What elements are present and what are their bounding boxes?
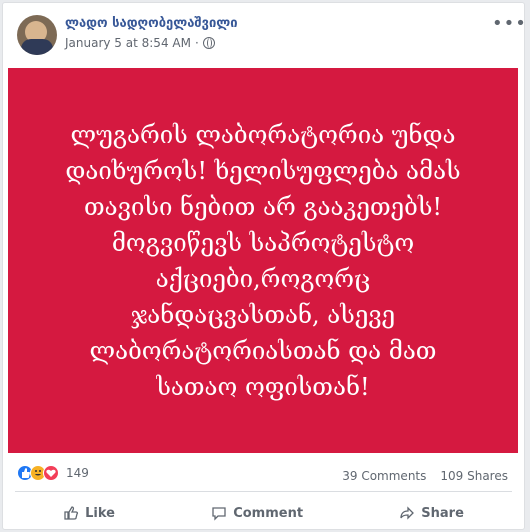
comment-label: Comment [233, 505, 304, 521]
separator-dot: · [194, 36, 199, 50]
post-content-box: ლუგარის ლაბორატორია უნდა დაიხუროს! ხელის… [8, 68, 518, 453]
post-text: ლუგარის ლაბორატორია უნდა დაიხუროს! ხელის… [65, 120, 461, 401]
author-avatar[interactable] [17, 15, 57, 55]
like-button[interactable]: Like [63, 505, 115, 521]
comments-count[interactable]: 39 Comments [342, 469, 426, 483]
post-date[interactable]: January 5 at 8:54 AM [65, 36, 191, 50]
author-name[interactable]: ლადო სადღობელაშვილი [65, 16, 238, 31]
shares-count[interactable]: 109 Shares [440, 469, 508, 483]
divider [15, 491, 512, 492]
comment-icon [211, 505, 227, 521]
love-reaction-icon [43, 465, 59, 481]
reactions-summary[interactable]: 149 [17, 465, 89, 481]
post-meta: January 5 at 8:54 AM · [65, 36, 215, 50]
like-label: Like [85, 505, 115, 521]
reaction-count: 149 [66, 466, 89, 480]
share-icon [399, 505, 415, 521]
post-card: ლადო სადღობელაშვილი January 5 at 8:54 AM… [2, 2, 526, 530]
post-actions: Like Comment Share [15, 497, 512, 529]
globe-icon[interactable] [202, 37, 215, 49]
share-label: Share [421, 505, 464, 521]
engagement-stats: 39 Comments 109 Shares [342, 469, 508, 483]
share-button[interactable]: Share [399, 505, 464, 521]
thumbs-up-icon [63, 505, 79, 521]
comment-button[interactable]: Comment [211, 505, 303, 521]
more-options-icon[interactable]: ••• [492, 15, 526, 33]
